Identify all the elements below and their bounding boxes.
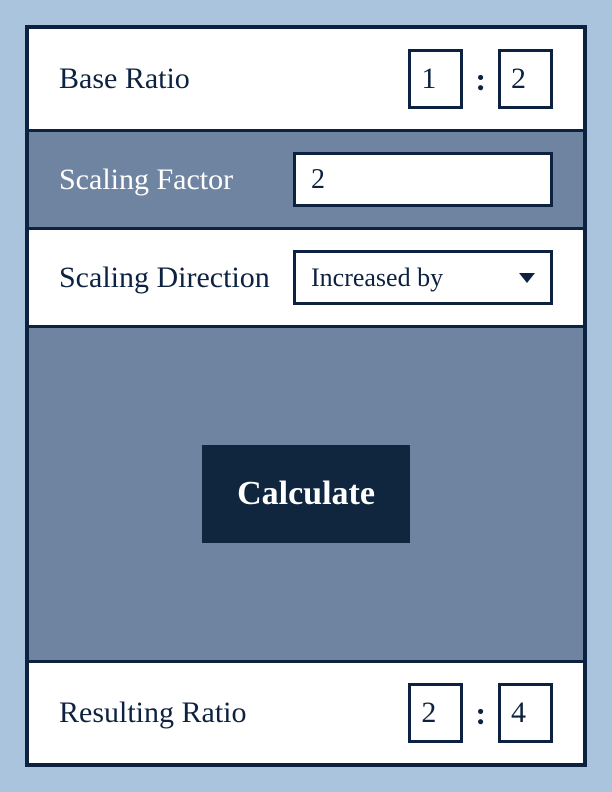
scaling-direction-value: Increased by: [293, 250, 553, 305]
resulting-ratio-output-1[interactable]: [408, 683, 463, 743]
calculate-button[interactable]: Calculate: [202, 445, 410, 543]
scaling-direction-select[interactable]: Increased by: [293, 250, 553, 305]
scaling-factor-input[interactable]: [293, 152, 553, 207]
calculate-row: Calculate: [29, 328, 583, 663]
calculator-panel: Base Ratio : Scaling Factor Scaling Dire…: [25, 25, 587, 767]
base-ratio-input-1[interactable]: [408, 49, 463, 109]
base-ratio-group: :: [408, 49, 553, 109]
scaling-factor-row: Scaling Factor: [29, 132, 583, 230]
scaling-direction-label: Scaling Direction: [59, 261, 293, 295]
base-ratio-label: Base Ratio: [59, 62, 408, 96]
resulting-ratio-row: Resulting Ratio :: [29, 663, 583, 763]
base-ratio-input-2[interactable]: [498, 49, 553, 109]
base-ratio-row: Base Ratio :: [29, 29, 583, 132]
scaling-factor-label: Scaling Factor: [59, 163, 293, 197]
scaling-direction-row: Scaling Direction Increased by: [29, 230, 583, 328]
resulting-ratio-group: :: [408, 683, 553, 743]
ratio-separator: :: [475, 61, 486, 98]
ratio-separator: :: [475, 695, 486, 732]
resulting-ratio-output-2[interactable]: [498, 683, 553, 743]
resulting-ratio-label: Resulting Ratio: [59, 696, 408, 730]
